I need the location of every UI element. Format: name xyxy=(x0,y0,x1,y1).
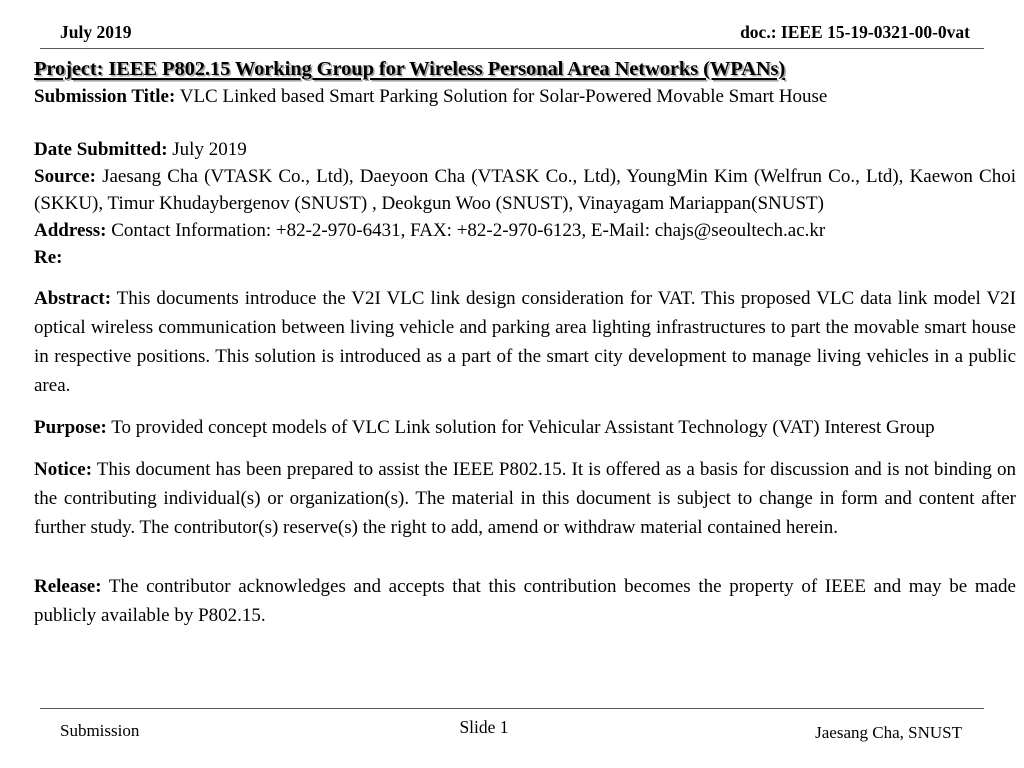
re-label: Re: xyxy=(34,247,63,268)
spacer-before-release xyxy=(34,542,1016,572)
purpose-text: To provided concept models of VLC Link s… xyxy=(106,417,935,438)
spacer-before-abstract xyxy=(34,271,1016,284)
slide-body: Project: IEEE P802.15 Working Group for … xyxy=(34,56,1016,630)
abstract-paragraph: Abstract: This documents introduce the V… xyxy=(34,284,1016,400)
date-submitted-line: Date Submitted: July 2019 xyxy=(34,136,1016,163)
submission-title-line: Submission Title: VLC Linked based Smart… xyxy=(34,84,1016,110)
source-value: Jaesang Cha (VTASK Co., Ltd), Daeyoon Ch… xyxy=(34,166,1016,214)
notice-label: Notice: xyxy=(34,459,93,480)
purpose-label: Purpose: xyxy=(34,417,107,438)
header-date: July 2019 xyxy=(60,22,132,42)
source-label: Source: xyxy=(34,166,96,187)
notice-text: This document has been prepared to assis… xyxy=(34,459,1016,538)
release-text: The contributor acknowledges and accepts… xyxy=(34,576,1016,626)
address-line: Address: Contact Information: +82-2-970-… xyxy=(34,217,1016,244)
spacer-before-purpose xyxy=(34,400,1016,413)
date-submitted-value: July 2019 xyxy=(167,139,247,160)
release-paragraph: Release: The contributor acknowledges an… xyxy=(34,572,1016,630)
abstract-label: Abstract: xyxy=(34,288,112,309)
notice-paragraph: Notice: This document has been prepared … xyxy=(34,455,1016,542)
header-divider xyxy=(40,48,984,49)
abstract-text: This documents introduce the V2I VLC lin… xyxy=(34,288,1016,396)
footer-divider xyxy=(40,708,984,709)
re-line: Re: xyxy=(34,244,1016,271)
release-label: Release: xyxy=(34,576,102,597)
slide-header: July 2019 doc.: IEEE 15-19-0321-00-0vat xyxy=(42,22,982,48)
footer-slide-number: Slide 1 xyxy=(459,717,509,737)
source-line: Source: Jaesang Cha (VTASK Co., Ltd), Da… xyxy=(34,163,1016,217)
spacer-before-notice xyxy=(34,442,1016,455)
header-doc-number: doc.: IEEE 15-19-0321-00-0vat xyxy=(740,22,970,42)
address-label: Address: xyxy=(34,220,107,241)
spacer-after-submission-title xyxy=(34,110,1016,136)
project-title: Project: IEEE P802.15 Working Group for … xyxy=(34,58,786,80)
slide-page: July 2019 doc.: IEEE 15-19-0321-00-0vat … xyxy=(0,0,1024,768)
date-submitted-label: Date Submitted: xyxy=(34,139,168,160)
address-value: Contact Information: +82-2-970-6431, FAX… xyxy=(106,220,826,241)
slide-footer: Submission Slide 1 Jaesang Cha, SNUST xyxy=(42,714,982,754)
footer-author: Jaesang Cha, SNUST xyxy=(815,723,962,742)
submission-title-label: Submission Title: xyxy=(34,86,176,107)
submission-title-value: VLC Linked based Smart Parking Solution … xyxy=(175,86,828,107)
purpose-paragraph: Purpose: To provided concept models of V… xyxy=(34,413,1016,442)
